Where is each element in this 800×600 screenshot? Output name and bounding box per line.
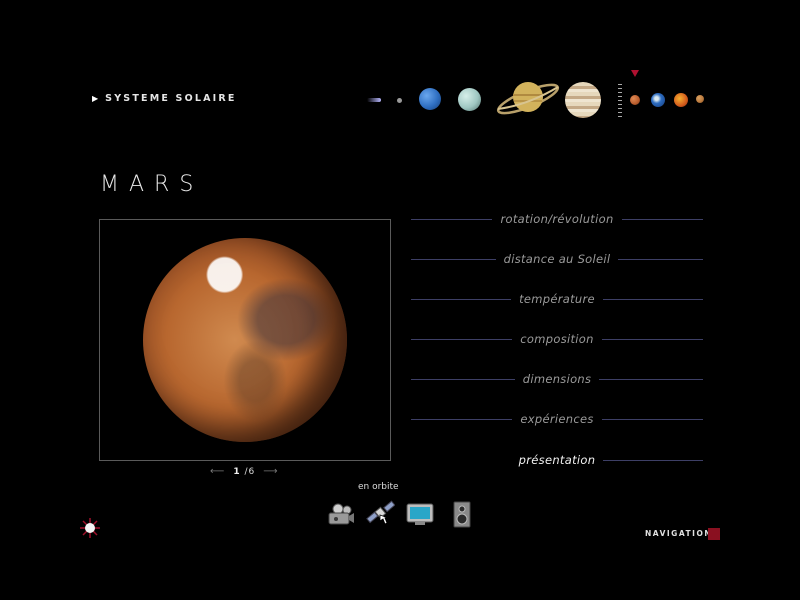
divider xyxy=(599,378,704,380)
tool-hover-label: en orbite xyxy=(358,482,399,492)
planet-comet[interactable] xyxy=(367,98,381,102)
divider xyxy=(602,298,703,300)
image-pager: ⟵ 1 /6 ⟶ xyxy=(210,466,279,477)
satellite-icon[interactable] xyxy=(365,500,396,528)
menu-item-dimensions[interactable]: dimensions xyxy=(411,369,704,389)
menu-item-label: composition xyxy=(520,332,594,346)
planet-mercury[interactable] xyxy=(696,95,704,103)
planet-saturn[interactable] xyxy=(495,75,561,119)
planet-earth[interactable] xyxy=(651,93,665,107)
planet-venus[interactable] xyxy=(674,93,688,107)
menu-item-experiences[interactable]: expériences xyxy=(411,409,704,429)
menu-item-label: présentation xyxy=(518,453,596,467)
sun-icon[interactable] xyxy=(80,518,100,538)
divider xyxy=(621,218,703,220)
divider xyxy=(603,459,703,461)
asteroid-belt[interactable] xyxy=(618,84,622,118)
navigation-button[interactable] xyxy=(708,528,720,540)
breadcrumb[interactable]: ▶ SYSTEME SOLAIRE xyxy=(92,93,237,104)
planet-mars[interactable] xyxy=(630,95,640,105)
pager-total: 6 xyxy=(248,466,256,477)
divider xyxy=(601,338,704,340)
divider xyxy=(411,418,513,420)
speaker-icon[interactable] xyxy=(448,500,478,528)
menu-item-temperature[interactable]: température xyxy=(411,289,703,309)
menu-item-label: expériences xyxy=(520,412,594,426)
video-camera-icon[interactable] xyxy=(325,500,355,528)
menu-item-label: distance au Soleil xyxy=(503,252,611,266)
divider xyxy=(411,378,515,380)
next-arrow-icon[interactable]: ⟶ xyxy=(263,466,278,477)
divider xyxy=(601,418,704,420)
menu-item-rotation[interactable]: rotation/révolution xyxy=(411,209,703,229)
divider xyxy=(411,338,513,340)
navigation-label[interactable]: NAVIGATION xyxy=(645,529,712,538)
planet-bar xyxy=(360,70,710,130)
previous-arrow-icon[interactable]: ⟵ xyxy=(210,466,225,477)
menu-item-label: température xyxy=(519,292,595,306)
pager-text: 1 /6 xyxy=(233,467,255,477)
pager-current: 1 xyxy=(233,466,241,477)
current-planet-marker-icon xyxy=(631,70,639,77)
planet-uranus[interactable] xyxy=(458,88,481,111)
breadcrumb-label: SYSTEME SOLAIRE xyxy=(105,93,237,104)
planet-jupiter[interactable] xyxy=(565,82,601,118)
menu-item-label: rotation/révolution xyxy=(500,212,614,226)
planet-image-frame xyxy=(99,219,391,461)
planet-neptune[interactable] xyxy=(419,88,441,110)
page-title: MARS xyxy=(100,172,204,197)
divider xyxy=(411,258,496,260)
monitor-icon[interactable] xyxy=(405,500,435,528)
divider xyxy=(411,218,493,220)
planet-image xyxy=(143,238,347,442)
planet-pluto[interactable] xyxy=(397,98,402,103)
divider xyxy=(618,258,703,260)
divider xyxy=(411,460,511,461)
menu-item-label: dimensions xyxy=(522,372,592,386)
play-arrow-icon: ▶ xyxy=(92,94,99,103)
menu-item-presentation[interactable]: présentation xyxy=(411,450,703,470)
menu-item-distance[interactable]: distance au Soleil xyxy=(411,249,703,269)
divider xyxy=(411,298,512,300)
menu-item-composition[interactable]: composition xyxy=(411,329,704,349)
